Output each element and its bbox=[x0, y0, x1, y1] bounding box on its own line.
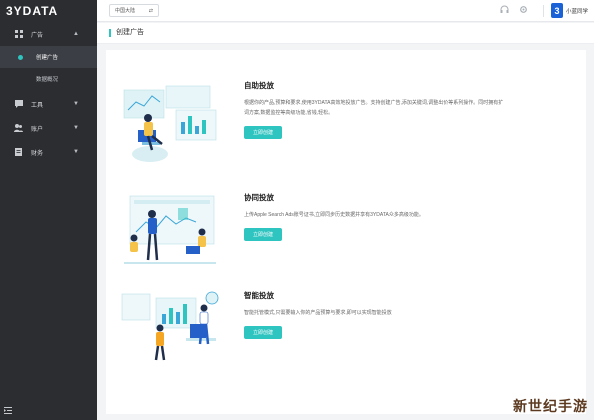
smart-illustration bbox=[116, 290, 224, 380]
card-smart: 智能投放 智能托管模式,只需要输入你的产品预算与要求,即可以实现智能投放 立即创… bbox=[106, 290, 586, 390]
card-title: 自助投放 bbox=[244, 81, 274, 90]
caret-down-icon: ▼ bbox=[73, 149, 79, 155]
page-title: 创建广告 bbox=[109, 29, 144, 37]
sidebar-item-label: 工具 bbox=[31, 102, 44, 109]
caret-up-icon: ▲ bbox=[73, 31, 79, 37]
top-icons bbox=[500, 5, 528, 16]
card-description: 智能托管模式,只需要输入你的产品预算与要求,即可以实现智能投放 bbox=[244, 310, 392, 316]
caret-down-icon: ▼ bbox=[73, 101, 79, 107]
main-content: 自助投放 根据你的产品,预算和要求,使用3YDATA高效地投放广告。支持创建广告… bbox=[106, 50, 586, 414]
card-title: 协同投放 bbox=[244, 193, 274, 202]
avatar: 3 bbox=[550, 3, 563, 18]
sidebar-item-label: 财务 bbox=[31, 150, 44, 157]
collaborative-illustration bbox=[116, 192, 224, 282]
divider bbox=[542, 4, 544, 17]
users-icon bbox=[14, 124, 23, 133]
menu-fold-icon[interactable] bbox=[4, 407, 12, 416]
sidebar-item-label: 广告 bbox=[31, 32, 44, 39]
caret-down-icon: ▼ bbox=[73, 125, 79, 131]
app-logo[interactable]: 3YDATA bbox=[0, 0, 97, 22]
sidebar-item-data-overview[interactable]: 数据概况 bbox=[0, 68, 97, 90]
sidebar-item-ads[interactable]: 广告 ▲ bbox=[0, 22, 97, 46]
message-icon bbox=[14, 100, 23, 109]
swap-icon: ⇄ bbox=[148, 7, 153, 14]
card-title: 智能投放 bbox=[244, 291, 274, 300]
gear-icon[interactable] bbox=[519, 5, 528, 16]
card-body: 协同投放 上传Apple Search Ads账号证书,立即同步历史数据并享有3… bbox=[244, 192, 574, 241]
sidebar: 3YDATA 广告 ▲ 创建广告 数据概况 工具 ▼ 账户 ▼ 财务 ▼ bbox=[0, 0, 97, 420]
user-name: 小蓝同学 bbox=[565, 8, 588, 15]
card-collaborative: 协同投放 上传Apple Search Ads账号证书,立即同步历史数据并享有3… bbox=[106, 192, 586, 292]
create-self-service-button[interactable]: 立即创建 bbox=[244, 126, 283, 139]
sidebar-item-label: 数据概况 bbox=[36, 77, 59, 83]
sidebar-item-account[interactable]: 账户 ▼ bbox=[0, 116, 97, 140]
user-menu[interactable]: 3 小蓝同学 bbox=[542, 3, 588, 18]
region-label: 中国大陆 bbox=[115, 8, 136, 14]
create-collaborative-button[interactable]: 立即创建 bbox=[244, 228, 283, 241]
card-description: 根据你的产品,预算和要求,使用3YDATA高效地投放广告。支持创建广告,添加关键… bbox=[244, 100, 504, 116]
sidebar-item-label: 创建广告 bbox=[36, 55, 59, 61]
document-icon bbox=[14, 148, 23, 157]
card-body: 智能投放 智能托管模式,只需要输入你的产品预算与要求,即可以实现智能投放 立即创… bbox=[244, 290, 574, 339]
card-body: 自助投放 根据你的产品,预算和要求,使用3YDATA高效地投放广告。支持创建广告… bbox=[244, 80, 574, 139]
watermark: 新世纪手游 bbox=[513, 399, 588, 415]
page-header: 创建广告 bbox=[97, 23, 594, 44]
create-smart-button[interactable]: 立即创建 bbox=[244, 326, 283, 339]
top-bar: 中国大陆 ⇄ 3 小蓝同学 bbox=[97, 0, 594, 22]
sidebar-item-label: 账户 bbox=[31, 126, 44, 133]
sidebar-item-finance[interactable]: 财务 ▼ bbox=[0, 140, 97, 164]
card-description: 上传Apple Search Ads账号证书,立即同步历史数据并享有3YDATA… bbox=[244, 212, 424, 218]
sidebar-item-tools[interactable]: 工具 ▼ bbox=[0, 92, 97, 116]
active-dot-icon bbox=[18, 55, 23, 60]
self-service-illustration bbox=[116, 80, 224, 170]
region-switch-button[interactable]: 中国大陆 ⇄ bbox=[109, 4, 159, 17]
headset-icon[interactable] bbox=[500, 5, 509, 16]
grid-icon bbox=[14, 30, 23, 39]
card-self-service: 自助投放 根据你的产品,预算和要求,使用3YDATA高效地投放广告。支持创建广告… bbox=[106, 80, 586, 180]
sidebar-item-create-ad[interactable]: 创建广告 bbox=[0, 46, 97, 68]
